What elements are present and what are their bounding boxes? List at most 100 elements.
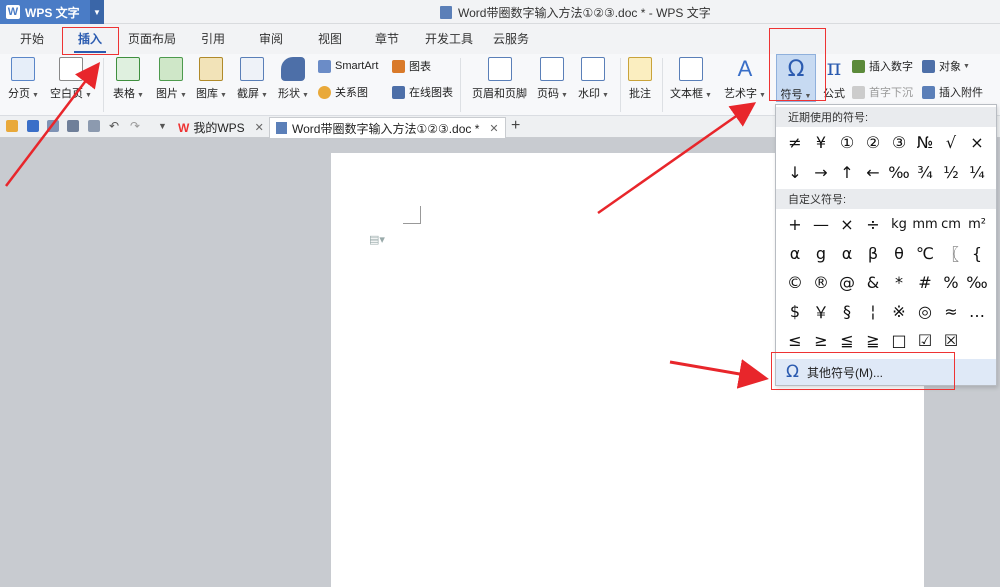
symbol-cell[interactable]: ¦ <box>860 298 886 324</box>
symbol-cell[interactable]: ÷ <box>860 211 886 237</box>
symbol-cell[interactable]: ‰ <box>886 159 912 185</box>
undo-icon[interactable]: ↶ <box>109 120 119 132</box>
tab-current-document[interactable]: Word带圈数字输入方法①②③.doc * ✕ <box>269 117 506 138</box>
save-icon[interactable] <box>27 120 39 132</box>
symbol-cell[interactable]: ‰ <box>964 269 990 295</box>
close-icon[interactable]: ✕ <box>489 122 498 135</box>
tab-home[interactable]: 开始 <box>20 30 44 47</box>
insert-number-button[interactable]: 插入数字 <box>852 57 913 75</box>
symbol-cell[interactable]: … <box>964 298 990 324</box>
tab-section[interactable]: 章节 <box>375 30 399 47</box>
close-icon[interactable]: ✕ <box>255 121 264 134</box>
gallery-button[interactable]: 图库 ▼ <box>196 54 227 101</box>
tab-developer[interactable]: 开发工具 <box>425 30 473 47</box>
tab-references[interactable]: 引用 <box>201 30 225 47</box>
watermark-button[interactable]: 水印 ▼ <box>578 54 609 101</box>
online-chart-button[interactable]: 在线图表 <box>392 83 453 101</box>
comment-button[interactable]: 批注 <box>628 54 652 101</box>
attachment-button[interactable]: 插入附件 <box>922 83 983 101</box>
symbol-cell[interactable]: + <box>782 211 808 237</box>
symbol-cell[interactable]: ≧ <box>860 327 886 353</box>
symbol-cell[interactable]: m² <box>964 211 990 237</box>
symbol-cell[interactable]: © <box>782 269 808 295</box>
open-icon[interactable] <box>6 120 18 132</box>
symbol-cell[interactable]: & <box>860 269 886 295</box>
symbol-cell[interactable]: { <box>964 240 990 266</box>
object-button[interactable]: 对象 ▼ <box>922 57 970 75</box>
shape-button[interactable]: 形状 ▼ <box>278 54 309 101</box>
wordart-button[interactable]: A 艺术字 ▼ <box>724 54 766 101</box>
page-number-button[interactable]: 页码 ▼ <box>537 54 568 101</box>
screenshot-button[interactable]: 截屏 ▼ <box>237 54 268 101</box>
symbol-cell[interactable]: × <box>834 211 860 237</box>
symbol-cell[interactable]: @ <box>834 269 860 295</box>
symbol-cell[interactable]: ¼ <box>964 159 990 185</box>
symbol-cell[interactable]: # <box>912 269 938 295</box>
tab-review[interactable]: 审阅 <box>259 30 283 47</box>
symbol-cell[interactable]: ￥ <box>808 298 834 324</box>
symbol-cell[interactable]: β <box>860 240 886 266</box>
symbol-cell[interactable]: * <box>886 269 912 295</box>
symbol-cell[interactable]: √ <box>938 129 964 155</box>
export-pdf-icon[interactable] <box>47 120 59 132</box>
customize-toolbar-icon[interactable]: ▼ <box>158 120 167 132</box>
symbol-cell[interactable]: $ <box>782 298 808 324</box>
symbol-cell[interactable]: ½ <box>938 159 964 185</box>
symbol-cell[interactable]: № <box>912 129 938 155</box>
symbol-cell[interactable]: ® <box>808 269 834 295</box>
symbol-cell[interactable]: ↓ <box>782 159 808 185</box>
drop-cap-button[interactable]: 首字下沉 <box>852 83 913 101</box>
symbol-cell[interactable]: ※ <box>886 298 912 324</box>
symbol-cell[interactable]: ↑ <box>834 159 860 185</box>
symbol-cell[interactable]: □ <box>886 327 912 353</box>
symbol-cell[interactable]: mm <box>912 211 938 237</box>
symbol-cell[interactable]: § <box>834 298 860 324</box>
smartart-button[interactable]: SmartArt <box>318 57 378 75</box>
symbol-cell[interactable]: → <box>808 159 834 185</box>
symbol-cell[interactable]: ≠ <box>782 129 808 155</box>
symbol-cell[interactable]: ① <box>834 129 860 155</box>
symbol-cell[interactable]: ◎ <box>912 298 938 324</box>
symbol-cell[interactable]: × <box>964 129 990 155</box>
blank-page-button[interactable]: 空白页 ▼ <box>50 54 92 101</box>
symbol-cell[interactable]: cm <box>938 211 964 237</box>
symbol-cell[interactable]: — <box>808 211 834 237</box>
app-menu-button[interactable]: W WPS 文字 ▼ <box>0 0 104 24</box>
symbol-cell[interactable]: ☒ <box>938 327 964 353</box>
symbol-cell[interactable]: g <box>808 240 834 266</box>
tab-cloud[interactable]: 云服务 <box>493 30 529 47</box>
symbol-cell[interactable]: ℃ <box>912 240 938 266</box>
header-footer-button[interactable]: 页眉和页脚 <box>472 54 527 101</box>
symbol-cell[interactable]: ② <box>860 129 886 155</box>
symbol-cell[interactable]: ¥ <box>808 129 834 155</box>
symbol-cell[interactable]: kg <box>886 211 912 237</box>
paste-options-icon[interactable]: ▤▾ <box>369 233 385 246</box>
symbol-cell[interactable]: ← <box>860 159 886 185</box>
symbol-cell[interactable]: 〖 <box>938 240 964 266</box>
chevron-down-icon[interactable]: ▼ <box>90 0 104 24</box>
symbol-cell[interactable]: α <box>834 240 860 266</box>
tab-view[interactable]: 视图 <box>318 30 342 47</box>
page-break-button[interactable]: 分页 ▼ <box>8 54 39 101</box>
symbol-cell[interactable]: ☑ <box>912 327 938 353</box>
symbol-cell[interactable]: α <box>782 240 808 266</box>
symbol-cell[interactable]: % <box>938 269 964 295</box>
tab-page-layout[interactable]: 页面布局 <box>128 30 176 47</box>
picture-button[interactable]: 图片 ▼ <box>156 54 187 101</box>
symbol-cell[interactable]: ③ <box>886 129 912 155</box>
table-button[interactable]: 表格 ▼ <box>113 54 144 101</box>
symbol-cell[interactable]: ≦ <box>834 327 860 353</box>
chart-button[interactable]: 图表 <box>392 57 431 75</box>
relation-chart-button[interactable]: 关系图 <box>318 83 368 101</box>
redo-icon[interactable]: ↷ <box>130 120 140 132</box>
symbol-cell[interactable]: ≥ <box>808 327 834 353</box>
print-icon[interactable] <box>67 120 79 132</box>
symbol-cell[interactable]: ≈ <box>938 298 964 324</box>
textbox-button[interactable]: 文本框 ▼ <box>670 54 712 101</box>
symbol-cell[interactable]: θ <box>886 240 912 266</box>
symbol-cell[interactable]: ≤ <box>782 327 808 353</box>
symbol-cell[interactable]: ¾ <box>912 159 938 185</box>
new-tab-icon[interactable]: + <box>511 117 520 135</box>
tab-my-wps[interactable]: W 我的WPS ✕ <box>172 117 270 138</box>
print-preview-icon[interactable] <box>88 120 100 132</box>
